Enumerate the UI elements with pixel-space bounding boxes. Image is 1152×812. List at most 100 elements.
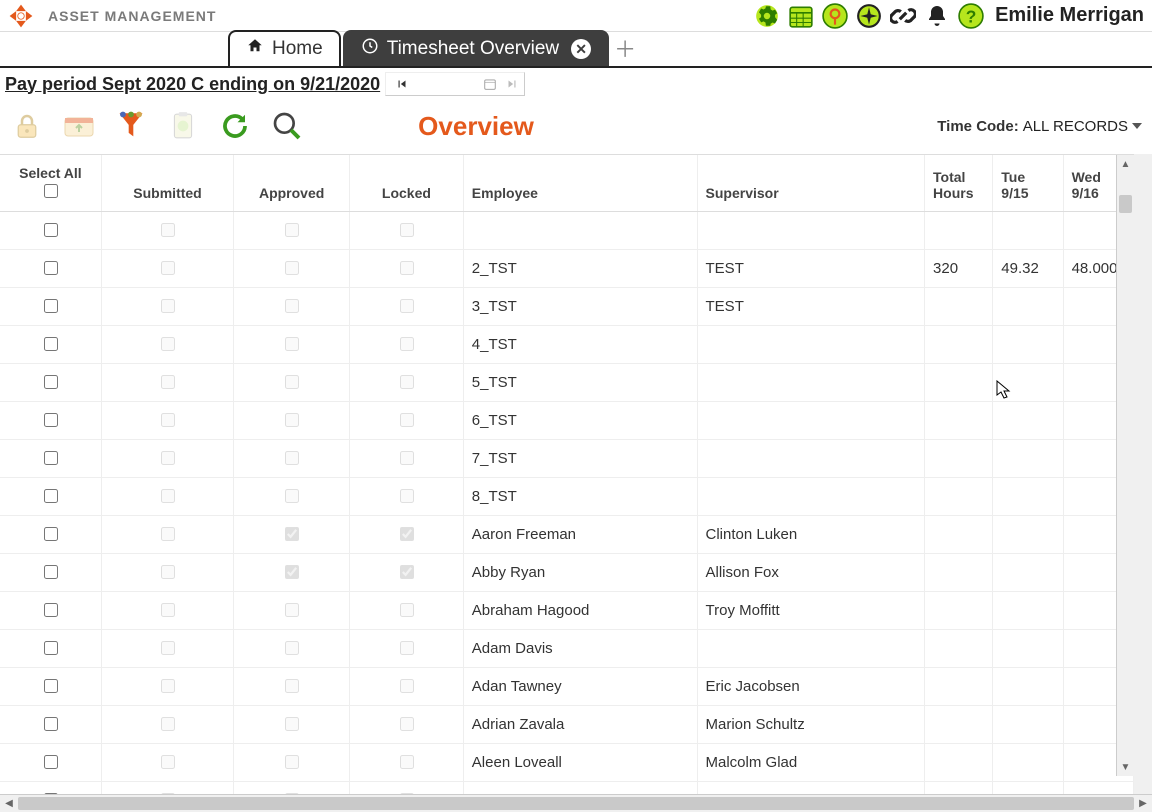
row-approved-checkbox — [285, 261, 299, 275]
export-icon[interactable] — [62, 109, 96, 143]
timecode-select[interactable]: ALL RECORDS — [1023, 118, 1142, 135]
row-locked-checkbox — [400, 489, 414, 503]
table-row[interactable]: 3_TST TEST — [0, 288, 1134, 326]
scroll-up-icon[interactable]: ▲ — [1117, 155, 1134, 173]
row-select-checkbox[interactable] — [44, 299, 58, 313]
payperiod-dropdown[interactable]: Pay period Sept 2020 C ending on 9/21/20… — [4, 73, 381, 96]
row-select-checkbox[interactable] — [44, 375, 58, 389]
row-approved-checkbox — [285, 565, 299, 579]
row-day1-cell — [993, 516, 1063, 554]
table-row[interactable] — [0, 212, 1134, 250]
close-icon[interactable]: ✕ — [571, 39, 591, 59]
row-total-cell: 320 — [925, 250, 993, 288]
table-row[interactable]: 8_TST — [0, 478, 1134, 516]
row-submitted-checkbox — [161, 337, 175, 351]
row-select-checkbox[interactable] — [44, 527, 58, 541]
last-page-icon[interactable] — [502, 74, 522, 94]
lock-icon[interactable] — [10, 109, 44, 143]
row-select-checkbox[interactable] — [44, 679, 58, 693]
table-row[interactable]: Abraham Hagood Troy Moffitt — [0, 592, 1134, 630]
table-row[interactable]: 4_TST — [0, 326, 1134, 364]
row-select-checkbox[interactable] — [44, 337, 58, 351]
row-select-checkbox[interactable] — [44, 489, 58, 503]
row-total-cell — [925, 440, 993, 478]
table-row[interactable]: 7_TST — [0, 440, 1134, 478]
col-header-employee[interactable]: Employee — [463, 155, 697, 212]
calendar-picker-icon[interactable] — [480, 74, 500, 94]
col-header-locked[interactable]: Locked — [350, 155, 464, 212]
globe-icon[interactable] — [821, 2, 849, 30]
row-submitted-checkbox — [161, 299, 175, 313]
row-locked-checkbox — [400, 527, 414, 541]
compass-icon[interactable] — [855, 2, 883, 30]
row-employee-cell: Abraham Hagood — [463, 592, 697, 630]
row-day1-cell — [993, 668, 1063, 706]
row-day1-cell — [993, 478, 1063, 516]
row-submitted-checkbox — [161, 413, 175, 427]
scroll-left-icon[interactable]: ◀ — [0, 795, 18, 812]
row-submitted-checkbox — [161, 679, 175, 693]
scroll-down-icon[interactable]: ▼ — [1117, 758, 1134, 776]
col-header-select-all[interactable]: Select All — [0, 155, 101, 212]
table-row[interactable]: Aaron Freeman Clinton Luken — [0, 516, 1134, 554]
username-label[interactable]: Emilie Merrigan — [995, 4, 1144, 27]
horizontal-scrollbar[interactable]: ◀ ▶ — [0, 794, 1152, 812]
header-icon-group: ? — [753, 2, 985, 30]
gear-icon[interactable] — [753, 2, 781, 30]
table-row[interactable]: 6_TST — [0, 402, 1134, 440]
table-row[interactable]: 5_TST — [0, 364, 1134, 402]
link-icon[interactable] — [889, 2, 917, 30]
row-submitted-checkbox — [161, 565, 175, 579]
col-header-day1[interactable]: Tue 9/15 — [993, 155, 1063, 212]
row-select-checkbox[interactable] — [44, 261, 58, 275]
add-tab-button[interactable]: ＋ — [611, 30, 639, 66]
row-submitted-checkbox — [161, 603, 175, 617]
row-approved-checkbox — [285, 299, 299, 313]
row-select-checkbox[interactable] — [44, 641, 58, 655]
timesheet-table-wrap[interactable]: Select All Submitted Approved Locked Emp… — [0, 154, 1134, 794]
table-row[interactable]: 2_TST TEST 320 49.32 48.0000 — [0, 250, 1134, 288]
tab-home[interactable]: Home — [228, 30, 341, 66]
row-select-checkbox[interactable] — [44, 413, 58, 427]
col-header-submitted[interactable]: Submitted — [101, 155, 233, 212]
col-header-supervisor[interactable]: Supervisor — [697, 155, 925, 212]
logo-icon — [8, 3, 34, 29]
row-locked-checkbox — [400, 451, 414, 465]
filter-icon[interactable] — [114, 109, 148, 143]
table-row[interactable]: Abby Ryan Allison Fox — [0, 554, 1134, 592]
row-select-checkbox[interactable] — [44, 565, 58, 579]
row-select-checkbox[interactable] — [44, 223, 58, 237]
row-select-checkbox[interactable] — [44, 603, 58, 617]
row-day1-cell — [993, 440, 1063, 478]
col-header-total-hours[interactable]: Total Hours — [925, 155, 993, 212]
row-day1-cell — [993, 706, 1063, 744]
search-icon[interactable] — [270, 109, 304, 143]
row-select-checkbox[interactable] — [44, 451, 58, 465]
select-all-checkbox[interactable] — [44, 184, 58, 198]
scroll-thumb[interactable] — [1119, 195, 1132, 213]
clipboard-icon[interactable] — [166, 109, 200, 143]
refresh-icon[interactable] — [218, 109, 252, 143]
table-row[interactable]: Aleen Loveall Malcolm Glad — [0, 744, 1134, 782]
first-page-icon[interactable] — [392, 74, 412, 94]
row-select-checkbox[interactable] — [44, 755, 58, 769]
timecode-label: Time Code: — [937, 118, 1018, 135]
row-locked-checkbox — [400, 565, 414, 579]
table-row[interactable]: Aletha Krehbiel Mica Pellegrin — [0, 782, 1134, 795]
table-row[interactable]: Adan Tawney Eric Jacobsen — [0, 668, 1134, 706]
row-employee-cell: 2_TST — [463, 250, 697, 288]
scroll-right-icon[interactable]: ▶ — [1134, 795, 1152, 812]
page-title: Overview — [418, 111, 534, 142]
calendar-icon[interactable] — [787, 2, 815, 30]
table-row[interactable]: Adam Davis — [0, 630, 1134, 668]
row-supervisor-cell — [697, 630, 925, 668]
bell-icon[interactable] — [923, 2, 951, 30]
row-day1-cell — [993, 554, 1063, 592]
col-header-approved[interactable]: Approved — [234, 155, 350, 212]
tab-timesheet-overview[interactable]: Timesheet Overview ✕ — [343, 30, 609, 66]
help-icon[interactable]: ? — [957, 2, 985, 30]
hscroll-thumb[interactable] — [18, 797, 1134, 810]
vertical-scrollbar[interactable]: ▲ ▼ — [1116, 155, 1134, 776]
row-select-checkbox[interactable] — [44, 717, 58, 731]
table-row[interactable]: Adrian Zavala Marion Schultz — [0, 706, 1134, 744]
